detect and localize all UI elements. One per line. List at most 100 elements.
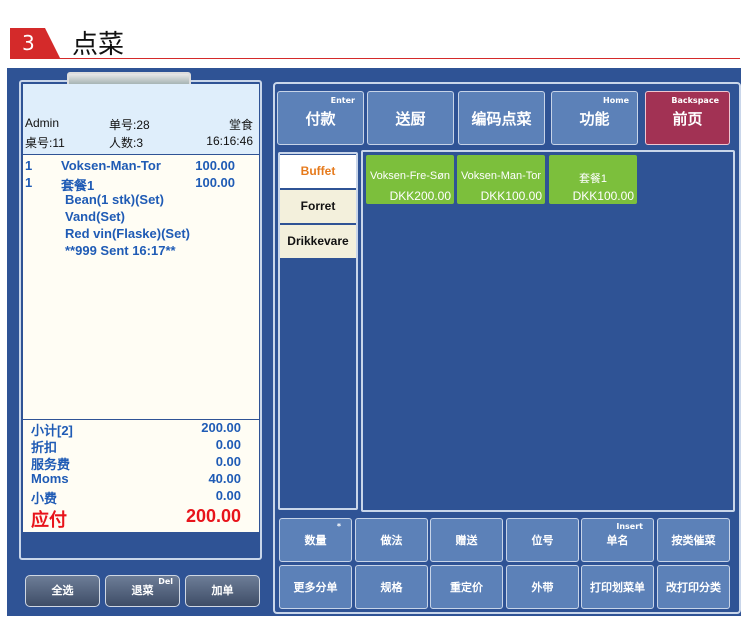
code-order-label: 编码点菜 <box>471 110 532 128</box>
menu-item-name: Voksen-Fre-Søn <box>369 170 451 182</box>
summary-value: 40.00 <box>208 471 241 486</box>
page-title: 点菜 <box>72 30 125 60</box>
summary-tip: 小费 0.00 <box>23 488 259 506</box>
seat-number-button[interactable]: 位号 <box>506 518 579 562</box>
summary-total: 应付 200.00 <box>23 506 259 530</box>
previous-page-shortcut: Backspace <box>671 96 719 105</box>
takeaway-label: 外带 <box>531 581 554 594</box>
line-name: Vand(Set) <box>65 209 125 224</box>
menu-item-name: Voksen-Man-Tor <box>460 170 542 182</box>
order-name-shortcut: Insert <box>616 522 643 531</box>
total-label: 应付 <box>31 510 67 530</box>
ticket-time: 16:16:46 <box>206 134 253 148</box>
ticket-line[interactable]: **999 Sent 16:17** <box>23 243 259 260</box>
line-price: 100.00 <box>195 158 235 173</box>
menu-items-grid <box>361 150 735 512</box>
menu-item-price: DKK100.00 <box>572 189 634 203</box>
ticket-line[interactable]: 1 Voksen-Man-Tor 100.00 <box>23 158 259 175</box>
rush-by-category-label: 按类催菜 <box>671 534 716 547</box>
takeaway-button[interactable]: 外带 <box>506 565 579 609</box>
line-price: 100.00 <box>195 175 235 190</box>
reprice-label: 重定价 <box>450 581 483 594</box>
change-print-category-label: 改打印分类 <box>666 581 721 594</box>
quantity-shortcut: * <box>336 522 341 531</box>
ticket-line[interactable]: Red vin(Flaske)(Set) <box>23 226 259 243</box>
category-buffet[interactable]: Buffet <box>280 155 356 188</box>
seat-number-label: 位号 <box>531 534 554 547</box>
add-order-label: 加单 <box>211 584 234 597</box>
functions-shortcut: Home <box>603 96 629 105</box>
pay-shortcut: Enter <box>330 96 355 105</box>
return-dish-shortcut: Del <box>158 577 173 586</box>
ticket-lines[interactable]: 1 Voksen-Man-Tor 100.00 1 套餐1 100.00 Bea… <box>23 155 259 419</box>
summary-value: 0.00 <box>215 437 241 452</box>
order-name-button[interactable]: Insert 单名 <box>581 518 654 562</box>
menu-item-price: DKK200.00 <box>389 189 451 203</box>
send-kitchen-label: 送厨 <box>395 110 426 128</box>
menu-item[interactable]: 套餐1 DKK100.00 <box>549 155 637 204</box>
summary-value: 0.00 <box>215 488 241 503</box>
step-badge: 3 <box>10 28 60 58</box>
print-checklist-label: 打印划菜单 <box>590 581 645 594</box>
code-order-button[interactable]: 编码点菜 <box>458 91 545 145</box>
functions-button[interactable]: Home 功能 <box>551 91 638 145</box>
total-value: 200.00 <box>185 506 241 526</box>
summary-service: 服务费 0.00 <box>23 454 259 472</box>
quantity-label: 数量 <box>304 534 327 547</box>
ticket-line[interactable]: Bean(1 stk)(Set) <box>23 192 259 209</box>
category-label: Forret <box>300 199 336 213</box>
preparation-label: 做法 <box>380 534 403 547</box>
return-dish-button[interactable]: 退菜 Del <box>105 575 180 607</box>
ticket-line[interactable]: Vand(Set) <box>23 209 259 226</box>
category-drikkevare[interactable]: Drikkevare <box>280 225 356 258</box>
menu-item-name: 套餐1 <box>578 173 608 185</box>
size-button[interactable]: 规格 <box>355 565 428 609</box>
preparation-button[interactable]: 做法 <box>355 518 428 562</box>
menu-item[interactable]: Voksen-Fre-Søn DKK200.00 <box>366 155 454 204</box>
add-order-button[interactable]: 加单 <box>185 575 260 607</box>
summary-value: 200.00 <box>201 420 241 435</box>
ticket-table: 桌号:11 <box>25 136 65 150</box>
print-checklist-button[interactable]: 打印划菜单 <box>581 565 654 609</box>
category-label: Drikkevare <box>287 234 349 248</box>
gift-button[interactable]: 赠送 <box>430 518 503 562</box>
step-number: 3 <box>22 31 35 55</box>
summary-label: Moms <box>31 471 69 486</box>
line-name: **999 Sent 16:17** <box>65 243 176 258</box>
ticket-header: Admin 单号:28 堂食 桌号:11 人数:3 16:16:46 <box>23 84 259 154</box>
gift-label: 赠送 <box>455 534 478 547</box>
size-label: 规格 <box>380 581 403 594</box>
select-all-button[interactable]: 全选 <box>25 575 100 607</box>
ticket-guests: 人数:3 <box>109 136 144 150</box>
send-kitchen-button[interactable]: 送厨 <box>367 91 454 145</box>
menu-item[interactable]: Voksen-Man-Tor DKK100.00 <box>457 155 545 204</box>
previous-page-button[interactable]: Backspace 前页 <box>645 91 730 145</box>
more-split-label: 更多分单 <box>293 581 338 594</box>
more-split-button[interactable]: 更多分单 <box>279 565 352 609</box>
quantity-button[interactable]: * 数量 <box>279 518 352 562</box>
ticket-line[interactable]: 1 套餐1 100.00 <box>23 175 259 193</box>
line-name: Voksen-Man-Tor <box>61 158 161 173</box>
menu-item-price: DKK100.00 <box>480 189 542 203</box>
line-name: Red vin(Flaske)(Set) <box>65 226 190 241</box>
line-name: Bean(1 stk)(Set) <box>65 192 164 207</box>
summary-value: 0.00 <box>215 454 241 469</box>
category-forret[interactable]: Forret <box>280 190 356 223</box>
ticket-summary: 小计[2] 200.00 折扣 0.00 服务费 0.00 Moms 40.00… <box>23 420 259 532</box>
summary-vat: Moms 40.00 <box>23 471 259 488</box>
reprice-button[interactable]: 重定价 <box>430 565 503 609</box>
line-qty: 1 <box>25 158 33 173</box>
category-label: Buffet <box>300 164 336 178</box>
line-qty: 1 <box>25 175 33 190</box>
change-print-category-button[interactable]: 改打印分类 <box>657 565 730 609</box>
summary-subtotal: 小计[2] 200.00 <box>23 420 259 438</box>
summary-discount: 折扣 0.00 <box>23 437 259 455</box>
ticket-order-no: 单号:28 <box>109 118 150 132</box>
select-all-label: 全选 <box>51 584 74 597</box>
ticket-user: Admin <box>25 116 60 130</box>
return-dish-label: 退菜 <box>131 584 154 597</box>
pay-button[interactable]: Enter 付款 <box>277 91 364 145</box>
rush-by-category-button[interactable]: 按类催菜 <box>657 518 730 562</box>
summary-label: 小费 <box>31 491 58 506</box>
ticket-mode: 堂食 <box>228 118 253 132</box>
